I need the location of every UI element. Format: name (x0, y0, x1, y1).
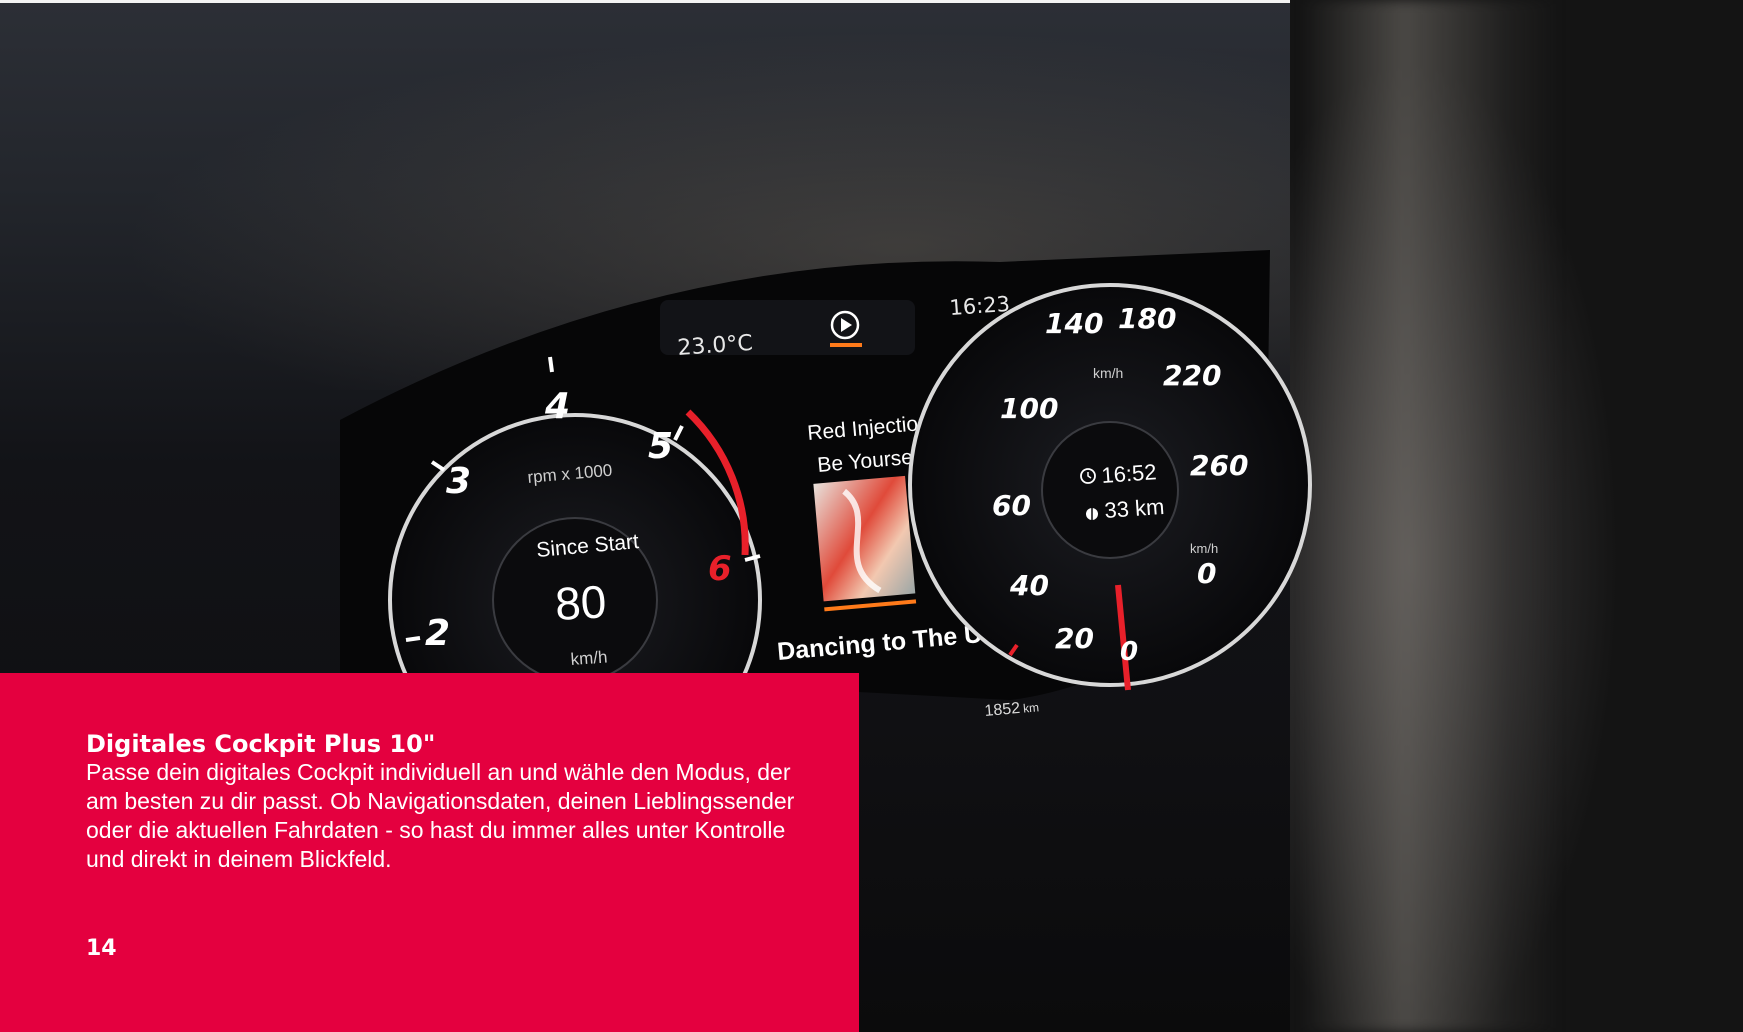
speed-tick-40: 40 (1009, 569, 1049, 602)
album-art (813, 475, 917, 612)
remaining-distance: 33 km (1104, 494, 1166, 523)
odometer-unit: km (1022, 700, 1039, 715)
digital-speed-unit: km/h (1190, 541, 1218, 556)
speed-tick-140: 140 (1045, 307, 1103, 340)
since-start-value: 80 (554, 575, 608, 630)
page-number: 14 (86, 936, 117, 961)
speed-tick-260: 260 (1190, 449, 1248, 482)
feature-title: Digitales Cockpit Plus 10" (86, 730, 436, 758)
rpm-tick-3: 3 (446, 461, 471, 502)
speed-tick-0: 0 (1120, 637, 1138, 667)
rpm-tick-5: 5 (648, 426, 673, 467)
rpm-tick-6: 6 (708, 549, 732, 589)
outside-temperature: 23.0°C (677, 331, 754, 361)
rpm-tick-2: 2 (425, 613, 450, 654)
speed-tick-20: 20 (1055, 622, 1094, 655)
feature-description: Passe dein digitales Cockpit individuell… (86, 759, 795, 872)
rpm-tick-4: 4 (544, 386, 570, 427)
digital-speed: 0 (1197, 557, 1216, 590)
speed-tick-100: 100 (1000, 392, 1058, 425)
odometer: 1852 km (984, 698, 1040, 720)
speed-tick-220: 220 (1163, 359, 1221, 392)
speed-tick-180: 180 (1118, 302, 1176, 335)
speed-unit-label: km/h (1093, 365, 1123, 381)
flag-icon (1086, 508, 1098, 520)
arrival-time: 16:52 (1101, 459, 1158, 488)
speed-tick-60: 60 (992, 489, 1031, 522)
since-start-unit: km/h (570, 647, 608, 669)
speedometer: 140 180 220 260 100 60 40 20 0 km/h 16:5… (908, 283, 1312, 691)
odometer-value: 1852 (984, 700, 1021, 720)
